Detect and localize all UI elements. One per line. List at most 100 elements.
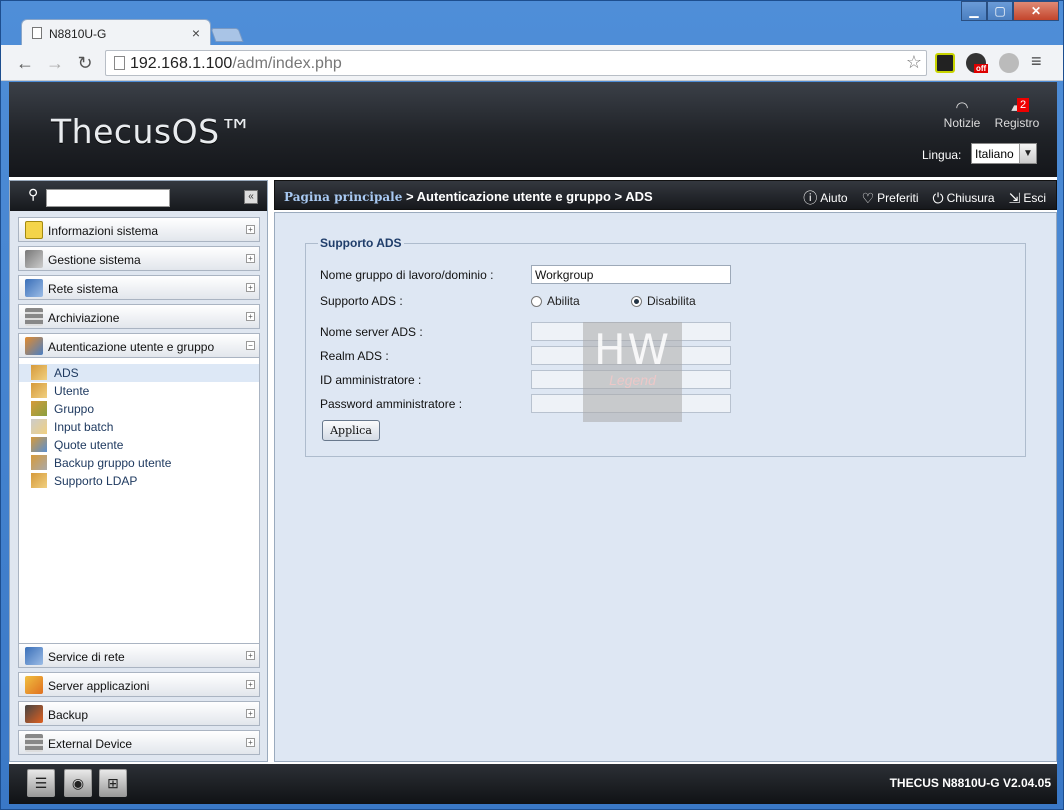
submenu-item-group-backup[interactable]: Backup gruppo utente <box>19 454 259 472</box>
workgroup-label: Nome gruppo di lavoro/dominio : <box>320 268 494 282</box>
storage-icon <box>25 308 43 326</box>
log-count-badge: 2 <box>1017 98 1030 112</box>
url-text[interactable]: 192.168.1.100/adm/index.php <box>130 55 342 73</box>
menu-user-group-auth[interactable]: Autenticazione utente e gruppo − <box>18 333 260 358</box>
submenu-item-user[interactable]: Utente <box>19 382 259 400</box>
forward-arrow-icon[interactable]: → <box>43 51 67 75</box>
expand-icon[interactable]: + <box>246 738 255 747</box>
ads-support-label: Supporto ADS : <box>320 294 403 308</box>
close-window-icon[interactable]: ✕ <box>1013 1 1059 21</box>
thecus-logo: ThecusOS™ <box>51 112 254 151</box>
batch-icon <box>31 419 47 434</box>
expand-icon[interactable]: + <box>246 651 255 660</box>
expand-icon[interactable]: + <box>246 225 255 234</box>
radio-dot[interactable] <box>531 295 542 307</box>
network-map-icon[interactable]: ⊞ <box>99 769 127 797</box>
extension-down-icon[interactable] <box>999 53 1019 73</box>
sidebar: ⚲ « Informazioni sistema + Gestione sist… <box>9 180 268 762</box>
firmware-version: THECUS N8810U-G V2.04.05 <box>889 776 1051 790</box>
backup-user-icon <box>31 455 47 470</box>
browser-menu-icon[interactable]: ≡ <box>1031 51 1042 72</box>
submenu-item-ldap[interactable]: Supporto LDAP <box>19 472 259 490</box>
power-icon: ⏻ <box>932 189 944 206</box>
favorites-link[interactable]: ♡ Preferiti <box>862 188 919 208</box>
menu-backup[interactable]: Backup + <box>18 701 260 726</box>
heart-icon: ♡ <box>861 189 875 206</box>
server-status-icon[interactable]: ☰ <box>27 769 55 797</box>
ldap-icon <box>31 473 47 488</box>
maximize-icon[interactable]: ▢ <box>987 1 1013 21</box>
app-header: ThecusOS™ ◠ Notizie ▰ 2 Registro Lingua:… <box>9 82 1057 177</box>
tool-links: ⓘ Aiuto ♡ Preferiti ⏻ Chiusura ⇲ Esci <box>803 188 1046 208</box>
browser-toolbar: ← → ↻ 192.168.1.100/adm/index.php ☆ off … <box>1 45 1063 81</box>
breadcrumb-path: > Autenticazione utente e gruppo > ADS <box>402 189 653 204</box>
shutdown-link[interactable]: ⏻ Chiusura <box>932 188 994 208</box>
address-bar[interactable]: 192.168.1.100/adm/index.php ☆ <box>105 50 927 76</box>
sidebar-search-bar: ⚲ « <box>10 181 267 211</box>
breadcrumb-home-link[interactable]: Pagina principale <box>284 190 402 204</box>
collapse-icon[interactable]: − <box>246 341 255 350</box>
language-select[interactable]: Italiano ▼ <box>971 143 1037 164</box>
admin-id-label: ID amministratore : <box>320 373 422 387</box>
realm-label: Realm ADS : <box>320 349 389 363</box>
tab-title: N8810U-G <box>49 27 107 41</box>
radio-dot-selected[interactable] <box>631 295 642 307</box>
browser-tab[interactable]: N8810U-G × <box>21 19 211 46</box>
bookmark-star-icon[interactable]: ☆ <box>906 52 922 73</box>
close-tab-icon[interactable]: × <box>192 25 200 41</box>
folder-app-icon <box>25 676 43 694</box>
expand-icon[interactable]: + <box>246 709 255 718</box>
enable-radio[interactable]: Abilita <box>531 294 580 308</box>
menu-system-network[interactable]: Rete sistema + <box>18 275 260 300</box>
disk-icon[interactable]: ◉ <box>64 769 92 797</box>
title-bar: N8810U-G × ▁ ▢ ✕ <box>1 1 1063 46</box>
extension-check-icon[interactable] <box>935 53 955 73</box>
expand-icon[interactable]: + <box>246 254 255 263</box>
collapse-sidebar-icon[interactable]: « <box>244 190 258 204</box>
backup-icon <box>25 705 43 723</box>
page-icon <box>114 56 125 70</box>
submenu-item-group[interactable]: Gruppo <box>19 400 259 418</box>
menu-app-server[interactable]: Server applicazioni + <box>18 672 260 697</box>
disable-radio[interactable]: Disabilita <box>631 294 696 308</box>
menu-external-device[interactable]: External Device + <box>18 730 260 755</box>
network-icon <box>25 279 43 297</box>
breadcrumb: Pagina principale > Autenticazione utent… <box>284 189 653 204</box>
notice-link[interactable]: ◠ Notizie <box>939 98 985 130</box>
group-icon <box>31 401 47 416</box>
search-icon: ⚲ <box>28 186 39 202</box>
submenu-item-user-quota[interactable]: Quote utente <box>19 436 259 454</box>
log-link[interactable]: ▰ 2 Registro <box>991 98 1043 130</box>
watermark-logo: HW Legend <box>583 322 682 422</box>
admin-password-label: Password amministratore : <box>320 397 463 411</box>
menu-network-service[interactable]: Service di rete + <box>18 643 260 668</box>
apply-button[interactable]: Applica <box>322 420 380 441</box>
extension-off-icon[interactable]: off <box>966 53 989 73</box>
submenu-user-group: ADS Utente Gruppo Input batch Quote uten… <box>18 358 260 644</box>
server-name-label: Nome server ADS : <box>320 325 423 339</box>
menu-system-info[interactable]: Informazioni sistema + <box>18 217 260 242</box>
ads-support-fieldset: Supporto ADS Nome gruppo di lavoro/domin… <box>305 236 1026 457</box>
users-icon <box>25 337 43 355</box>
menu-system-management[interactable]: Gestione sistema + <box>18 246 260 271</box>
help-link[interactable]: ⓘ Aiuto <box>803 188 847 208</box>
expand-icon[interactable]: + <box>246 312 255 321</box>
reload-icon[interactable]: ↻ <box>73 51 97 75</box>
submenu-item-ads[interactable]: ADS <box>19 364 259 382</box>
exit-icon: ⇲ <box>1008 189 1021 206</box>
language-label: Lingua: <box>922 148 962 162</box>
menu-storage[interactable]: Archiviazione + <box>18 304 260 329</box>
search-input[interactable] <box>46 189 170 207</box>
expand-icon[interactable]: + <box>246 680 255 689</box>
thecus-app: ThecusOS™ ◠ Notizie ▰ 2 Registro Lingua:… <box>9 82 1057 804</box>
back-arrow-icon[interactable]: ← <box>13 51 37 75</box>
expand-icon[interactable]: + <box>246 283 255 292</box>
minimize-icon[interactable]: ▁ <box>961 1 987 21</box>
logout-link[interactable]: ⇲ Esci <box>1009 188 1046 208</box>
workgroup-input[interactable]: Workgroup <box>531 265 731 284</box>
network-service-icon <box>25 647 43 665</box>
new-tab-button[interactable] <box>210 28 244 42</box>
question-icon: ⓘ <box>803 190 818 206</box>
submenu-item-batch-input[interactable]: Input batch <box>19 418 259 436</box>
user-group-icon <box>31 365 47 380</box>
